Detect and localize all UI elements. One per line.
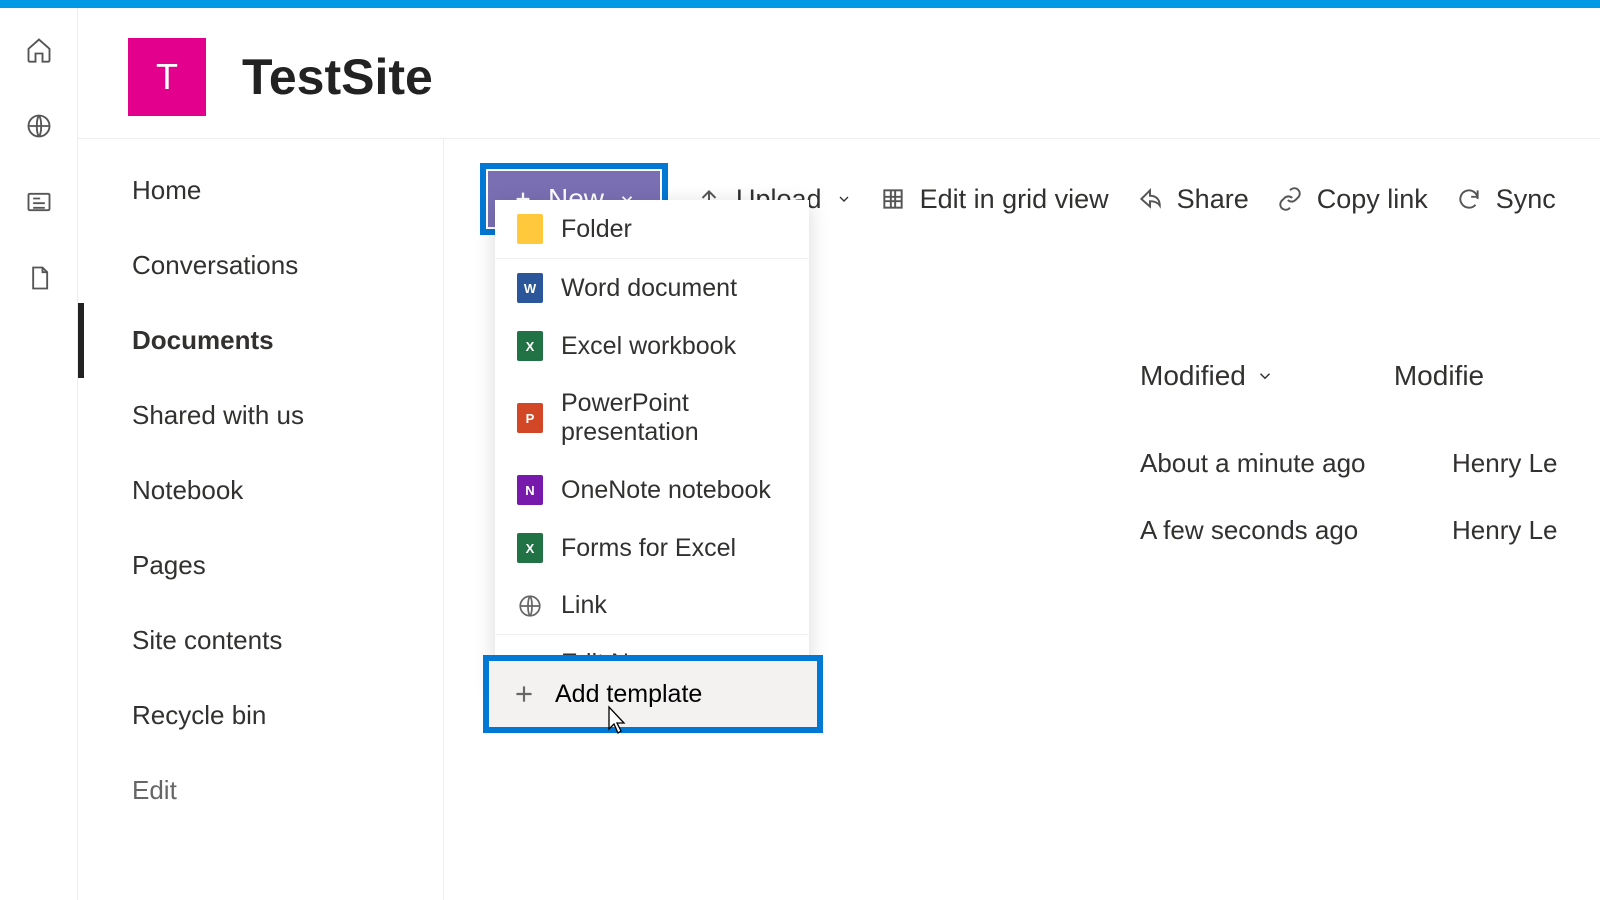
sidebar-item-pages[interactable]: Pages xyxy=(78,528,443,603)
menu-item-onenote[interactable]: N OneNote notebook xyxy=(495,461,809,519)
link-icon xyxy=(1277,186,1303,212)
sidebar-item-documents[interactable]: Documents xyxy=(78,303,443,378)
sidebar-item-conversations[interactable]: Conversations xyxy=(78,228,443,303)
col-header-modified-by[interactable]: Modifie xyxy=(1394,360,1484,392)
plus-icon xyxy=(511,681,537,707)
table-row[interactable]: A few seconds ago Henry Le xyxy=(1140,497,1558,564)
sync-button[interactable]: Sync xyxy=(1456,184,1556,215)
site-logo: T xyxy=(128,38,206,116)
sidebar-item-notebook[interactable]: Notebook xyxy=(78,453,443,528)
home-icon[interactable] xyxy=(25,36,53,64)
new-dropdown-menu: Folder W Word document X Excel workbook … xyxy=(495,200,809,692)
word-icon: W xyxy=(517,273,543,303)
sidebar-item-recycle-bin[interactable]: Recycle bin xyxy=(78,678,443,753)
chevron-down-icon xyxy=(836,191,852,207)
copy-link-button[interactable]: Copy link xyxy=(1277,184,1428,215)
menu-label: Word document xyxy=(561,274,737,303)
share-label: Share xyxy=(1177,184,1249,215)
sync-label: Sync xyxy=(1496,184,1556,215)
site-title: TestSite xyxy=(242,48,433,106)
share-button[interactable]: Share xyxy=(1137,184,1249,215)
menu-label: Link xyxy=(561,591,607,620)
menu-item-forms[interactable]: X Forms for Excel xyxy=(495,519,809,577)
menu-item-add-template[interactable]: Add template xyxy=(483,655,823,733)
folder-icon xyxy=(517,214,543,244)
copy-link-label: Copy link xyxy=(1317,184,1428,215)
col-label: Modified xyxy=(1140,360,1246,392)
globe-icon xyxy=(517,593,543,619)
globe-icon[interactable] xyxy=(25,112,53,140)
col-header-modified[interactable]: Modified xyxy=(1140,360,1274,392)
excel-icon: X xyxy=(517,331,543,361)
cell-modified-by: Henry Le xyxy=(1452,448,1558,479)
menu-label: Excel workbook xyxy=(561,332,736,361)
menu-item-folder[interactable]: Folder xyxy=(495,200,809,258)
table-headers: Modified Modifie xyxy=(1140,360,1484,392)
menu-item-excel[interactable]: X Excel workbook xyxy=(495,317,809,375)
app-rail xyxy=(0,8,78,900)
news-icon[interactable] xyxy=(25,188,53,216)
cell-modified: A few seconds ago xyxy=(1140,515,1380,546)
powerpoint-icon: P xyxy=(517,403,543,433)
sidebar-item-site-contents[interactable]: Site contents xyxy=(78,603,443,678)
onenote-icon: N xyxy=(517,475,543,505)
sidebar-edit-link[interactable]: Edit xyxy=(78,753,443,828)
menu-label: PowerPoint presentation xyxy=(561,389,787,447)
menu-label: Forms for Excel xyxy=(561,534,736,563)
menu-label: Folder xyxy=(561,215,632,244)
edit-grid-label: Edit in grid view xyxy=(920,184,1109,215)
grid-icon xyxy=(880,186,906,212)
col-label: Modifie xyxy=(1394,360,1484,392)
site-sidebar: Home Conversations Documents Shared with… xyxy=(78,139,444,900)
top-accent-bar xyxy=(0,0,1600,8)
menu-label: Add template xyxy=(555,680,702,709)
edit-grid-button[interactable]: Edit in grid view xyxy=(880,184,1109,215)
forms-excel-icon: X xyxy=(517,533,543,563)
cell-modified: About a minute ago xyxy=(1140,448,1380,479)
table-body: About a minute ago Henry Le A few second… xyxy=(1140,430,1558,564)
chevron-down-icon xyxy=(1256,367,1274,385)
site-header: T TestSite xyxy=(78,8,1600,139)
cell-modified-by: Henry Le xyxy=(1452,515,1558,546)
share-icon xyxy=(1137,186,1163,212)
menu-item-link[interactable]: Link xyxy=(495,577,809,634)
sidebar-item-home[interactable]: Home xyxy=(78,153,443,228)
sync-icon xyxy=(1456,186,1482,212)
menu-item-powerpoint[interactable]: P PowerPoint presentation xyxy=(495,375,809,461)
table-row[interactable]: About a minute ago Henry Le xyxy=(1140,430,1558,497)
document-icon[interactable] xyxy=(25,264,53,292)
sidebar-item-shared[interactable]: Shared with us xyxy=(78,378,443,453)
menu-item-word[interactable]: W Word document xyxy=(495,259,809,317)
menu-label: OneNote notebook xyxy=(561,476,771,505)
